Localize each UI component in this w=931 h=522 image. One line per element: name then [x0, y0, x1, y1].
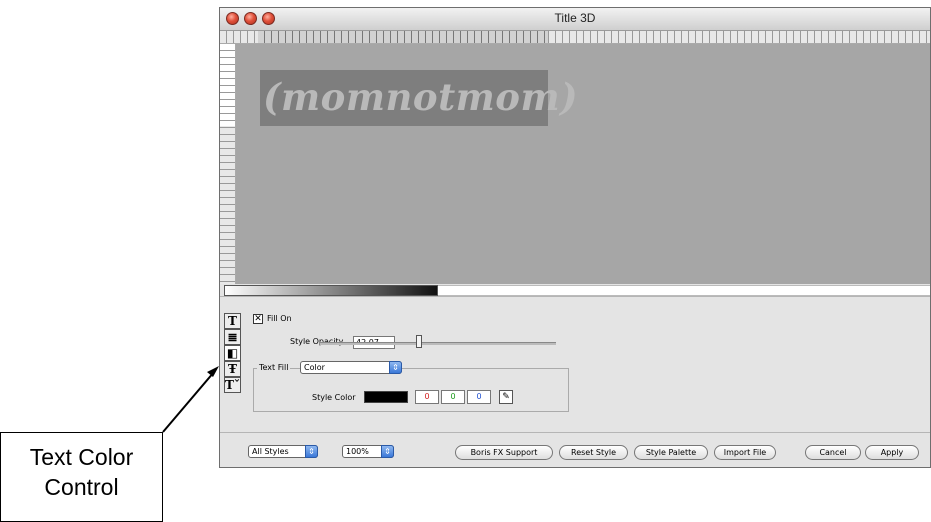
green-value-field[interactable]: 0	[441, 390, 465, 404]
horizontal-ruler[interactable]	[220, 31, 930, 44]
zoom-select[interactable]: 100% ⇕	[342, 445, 394, 458]
import-file-button[interactable]: Import File	[714, 445, 776, 460]
chevron-updown-icon: ⇕	[305, 445, 318, 458]
title-3d-window: Title 3D L (momnotmom) T ≣ ◧ Ŧ Tˇ ✕ Fill…	[219, 7, 931, 468]
style-palette-button[interactable]: Style Palette	[634, 445, 708, 460]
style-tabs: T ≣ ◧ Ŧ Tˇ	[224, 313, 241, 393]
chevron-updown-icon: ⇕	[381, 445, 394, 458]
red-value-field[interactable]: 0	[415, 390, 439, 404]
text-fill-select[interactable]: Color ⇕	[300, 361, 402, 374]
fill-on-label: Fill On	[267, 314, 292, 323]
gradient-bar[interactable]	[224, 285, 438, 296]
opacity-slider-thumb[interactable]	[416, 335, 423, 348]
text-fill-group	[253, 368, 569, 412]
cancel-button[interactable]: Cancel	[805, 445, 861, 460]
window-title: Title 3D	[554, 11, 596, 25]
canvas-text[interactable]: (momnotmom)	[263, 75, 578, 119]
boris-fx-support-button[interactable]: Boris FX Support	[455, 445, 553, 460]
styles-select-value: All Styles	[252, 447, 289, 456]
zoom-select-value: 100%	[346, 447, 369, 456]
vertical-ruler[interactable]	[220, 44, 236, 284]
text-fill-label: Text Fill	[257, 363, 291, 372]
title-bar[interactable]: Title 3D	[220, 8, 930, 31]
bottom-divider	[220, 432, 930, 433]
horizontal-ruler-highlight	[258, 31, 548, 43]
apply-button[interactable]: Apply	[865, 445, 919, 460]
styles-select[interactable]: All Styles ⇕	[248, 445, 318, 458]
eyedropper-icon[interactable]: ✎	[499, 390, 513, 404]
callout-label: Text Color Control	[0, 442, 163, 502]
tab-outline-icon[interactable]: Ŧ	[224, 361, 241, 377]
style-color-swatch[interactable]	[364, 391, 408, 403]
tab-text-icon[interactable]: T	[224, 313, 241, 329]
panel-divider	[220, 296, 930, 297]
fill-on-checkbox[interactable]: ✕	[253, 314, 263, 324]
vertical-ruler-highlight	[220, 44, 235, 126]
gradient-track	[438, 285, 930, 296]
preview-canvas[interactable]: (momnotmom)	[236, 44, 930, 284]
tab-shadow-icon[interactable]: Tˇ	[224, 377, 241, 393]
callout-line-2: Control	[44, 474, 119, 500]
reset-style-button[interactable]: Reset Style	[559, 445, 628, 460]
style-color-label: Style Color	[312, 393, 356, 402]
text-fill-select-value: Color	[304, 363, 325, 372]
callout-line-1: Text Color	[29, 444, 134, 470]
opacity-slider-track[interactable]	[320, 342, 556, 345]
chevron-updown-icon: ⇕	[389, 361, 402, 374]
tab-paragraph-icon[interactable]: ≣	[224, 329, 241, 345]
tab-fill-color-icon[interactable]: ◧	[224, 345, 241, 361]
blue-value-field[interactable]: 0	[467, 390, 491, 404]
